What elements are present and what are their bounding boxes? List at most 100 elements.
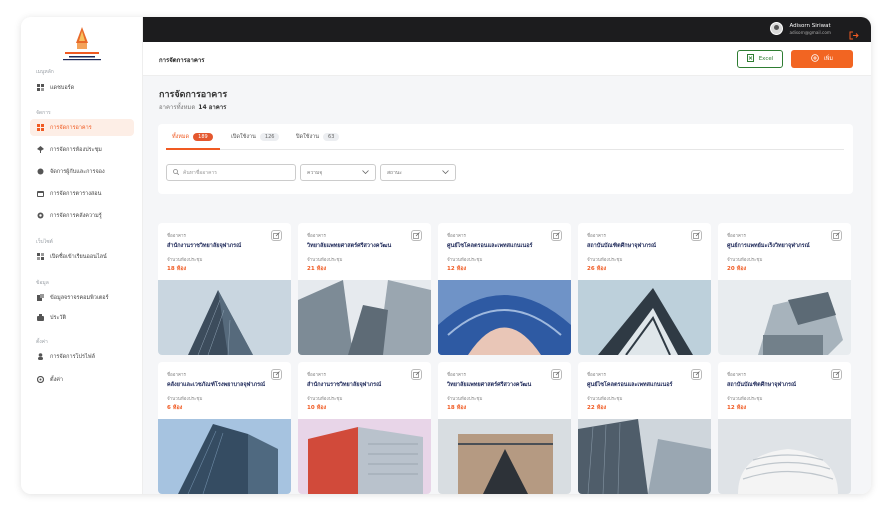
search-input[interactable]: ค้นหาชื่ออาคาร <box>166 164 296 181</box>
schedule-icon <box>37 190 44 197</box>
tab-divider <box>166 149 844 150</box>
sidebar-item-traffic-data[interactable]: ข้อมูลจราจรคอมพิวเตอร์ <box>30 289 134 306</box>
user-email: adisorn@gmail.com <box>789 29 831 35</box>
building-name: คลังยาและเวชภัณฑ์โรงพยาบาลจุฬาภรณ์ <box>167 382 266 388</box>
building-name: วิทยาลัยแพทยศาสตร์ศรีสวางควัฒน <box>307 243 392 249</box>
tab-count-badge: 126 <box>259 133 280 141</box>
user-menu[interactable]: Adisorn Siriwat adisorn@gmail.com <box>770 22 831 35</box>
sidebar-item-settings[interactable]: ตั้งค่า <box>30 371 134 388</box>
sidebar-item-booking[interactable]: จัดการผู้กับและการจอง <box>30 163 134 180</box>
sidebar-item-meeting-rooms[interactable]: การจัดการห้องประชุม <box>30 141 134 158</box>
subtitle-text: อาคารทั้งหมด <box>159 104 196 111</box>
building-photo <box>578 280 711 355</box>
top-bar: Adisorn Siriwat adisorn@gmail.com <box>143 17 871 42</box>
edit-icon[interactable] <box>551 230 562 241</box>
settings-icon <box>36 375 45 384</box>
section-main-label: เมนูหลัก <box>36 69 54 75</box>
room-count: 10 ห้อง <box>307 405 327 411</box>
room-count: 20 ห้อง <box>727 266 747 272</box>
building-card[interactable]: ชื่ออาคาร สำนักงานราชวิทยาลัยจุฬาภรณ์ จำนว… <box>298 362 431 494</box>
building-card[interactable]: ชื่ออาคาร วิทยาลัยแพทยศาสตร์ศรีสวางควัฒนจ… <box>298 223 431 355</box>
app-window: เมนูหลัก แดชบอร์ด จัดการ การจัดการอาคาร … <box>21 17 871 494</box>
building-card[interactable]: ชื่ออาคาร ศูนย์ไซโคลตรอนและเพทสแกนเนอร์ จำ… <box>438 223 571 355</box>
edit-icon[interactable] <box>411 230 422 241</box>
edit-icon[interactable] <box>831 230 842 241</box>
status-select[interactable]: สถานะ <box>380 164 456 181</box>
booking-icon <box>37 168 44 175</box>
sidebar-item-dashboard[interactable]: แดชบอร์ด <box>30 79 134 96</box>
building-photo <box>298 280 431 355</box>
card-name-label: ชื่ออาคาร <box>587 373 606 378</box>
add-building-button[interactable]: เพิ่ม <box>791 50 853 68</box>
building-grid-icon <box>37 124 44 131</box>
card-name-label: ชื่ออาคาร <box>587 234 606 239</box>
card-capacity-label: จำนวนห้องประชุม <box>167 397 203 402</box>
edit-icon[interactable] <box>831 369 842 380</box>
edit-icon[interactable] <box>411 369 422 380</box>
edit-icon[interactable] <box>691 230 702 241</box>
building-card[interactable]: ชื่ออาคารศูนย์ไซโคลตรอนและเพทสแกนเนอร์จำ… <box>578 362 711 494</box>
building-card[interactable]: ชื่ออาคารศูนย์การแพทย์มะเร็งวิทยาจุฬาภรณ… <box>718 223 851 355</box>
sidebar-item-label: การจัดการคลังความรู้ <box>50 212 102 219</box>
add-label: เพิ่ม <box>823 56 834 62</box>
history-icon <box>37 314 44 321</box>
main-content: การจัดการอาคาร อาคารทั้งหมด 14 อาคาร ทั้ง… <box>143 76 871 494</box>
card-capacity-label: จำนวนห้องประชุม <box>587 397 623 402</box>
building-card[interactable]: ชื่ออาคาร สถาบันบัณฑิตศึกษาจุฬาภรณ์ จำนวนห… <box>718 362 851 494</box>
building-name: ศูนย์การแพทย์มะเร็งวิทยาจุฬาภรณ์ <box>727 243 810 249</box>
building-card[interactable]: ชื่ออาคาร สถาบันบัณฑิตศึกษาจุฬาภรณ์ จำนวนห… <box>578 223 711 355</box>
knowledge-icon <box>37 212 44 219</box>
edit-icon[interactable] <box>691 369 702 380</box>
sidebar-item-label: ประวัติ <box>50 314 67 321</box>
room-count: 26 ห้อง <box>587 266 607 272</box>
sidebar-item-profile[interactable]: การจัดการโปรไฟล์ <box>30 348 134 365</box>
sidebar-item-buildings[interactable]: การจัดการอาคาร <box>30 119 134 136</box>
sidebar-item-label: การจัดการอาคาร <box>50 124 92 131</box>
sidebar-item-label: จัดการผู้กับและการจอง <box>50 168 105 175</box>
sidebar-item-history[interactable]: ประวัติ <box>30 309 134 326</box>
page-header: การจัดการอาคาร Excel เพิ่ม <box>143 42 871 76</box>
card-capacity-label: จำนวนห้องประชุม <box>447 397 483 402</box>
header-title: การจัดการอาคาร <box>159 57 205 64</box>
building-card[interactable]: ชื่ออาคาร วิทยาลัยแพทยศาสตร์ศรีสวางควัฒนจ… <box>438 362 571 494</box>
card-capacity-label: จำนวนห้องประชุม <box>727 397 763 402</box>
institution-logo <box>59 25 105 65</box>
building-card[interactable]: ชื่ออาคาร คลังยาและเวชภัณฑ์โรงพยาบาลจุฬาภ… <box>158 362 291 494</box>
tab-count-badge: 189 <box>193 133 213 141</box>
sidebar-item-label: การจัดการห้องประชุม <box>50 146 102 153</box>
sidebar-item-label: ตั้งค่า <box>50 376 64 383</box>
sidebar-item-label: แดชบอร์ด <box>50 84 75 91</box>
profile-icon <box>37 353 44 360</box>
building-card[interactable]: ชื่ออาคาร สำนักงานราชวิทยาลัยจุฬาภรณ์ จำนว… <box>158 223 291 355</box>
select-label: ความจุ <box>307 169 323 176</box>
traffic-data-icon <box>37 294 44 301</box>
export-excel-button[interactable]: Excel <box>737 50 783 68</box>
tab-all[interactable]: ทั้งหมด 189 <box>172 133 213 141</box>
tab-inactive[interactable]: ปิดใช้งาน 63 <box>296 133 340 141</box>
card-name-label: ชื่ออาคาร <box>167 234 186 239</box>
room-count: 18 ห้อง <box>447 405 467 411</box>
sidebar: เมนูหลัก แดชบอร์ด จัดการ การจัดการอาคาร … <box>21 17 143 494</box>
sidebar-item-schedule[interactable]: การจัดการตารางสอน <box>30 185 134 202</box>
capacity-select[interactable]: ความจุ <box>300 164 376 181</box>
sidebar-item-knowledge[interactable]: การจัดการคลังความรู้ <box>30 207 134 224</box>
card-capacity-label: จำนวนห้องประชุม <box>447 258 483 263</box>
building-photo <box>158 280 291 355</box>
user-name: Adisorn Siriwat <box>789 22 831 29</box>
room-count: 21 ห้อง <box>307 266 327 272</box>
card-capacity-label: จำนวนห้องประชุม <box>587 258 623 263</box>
chevron-down-icon <box>442 169 449 176</box>
edit-icon[interactable] <box>271 230 282 241</box>
meeting-room-icon <box>37 146 44 153</box>
sidebar-item-online-class[interactable]: เปิดชื่อเข้าเรียนออนไลน์ <box>30 248 134 265</box>
tab-label: ปิดใช้งาน <box>296 134 320 140</box>
building-name: สถาบันบัณฑิตศึกษาจุฬาภรณ์ <box>727 382 797 388</box>
card-name-label: ชื่ออาคาร <box>447 234 466 239</box>
card-name-label: ชื่ออาคาร <box>727 234 746 239</box>
avatar <box>770 22 784 35</box>
edit-icon[interactable] <box>271 369 282 380</box>
sidebar-item-label: เปิดชื่อเข้าเรียนออนไลน์ <box>50 253 107 260</box>
tab-active[interactable]: เปิดใช้งาน 126 <box>231 133 280 141</box>
building-name: ศูนย์ไซโคลตรอนและเพทสแกนเนอร์ <box>587 382 673 388</box>
edit-icon[interactable] <box>551 369 562 380</box>
